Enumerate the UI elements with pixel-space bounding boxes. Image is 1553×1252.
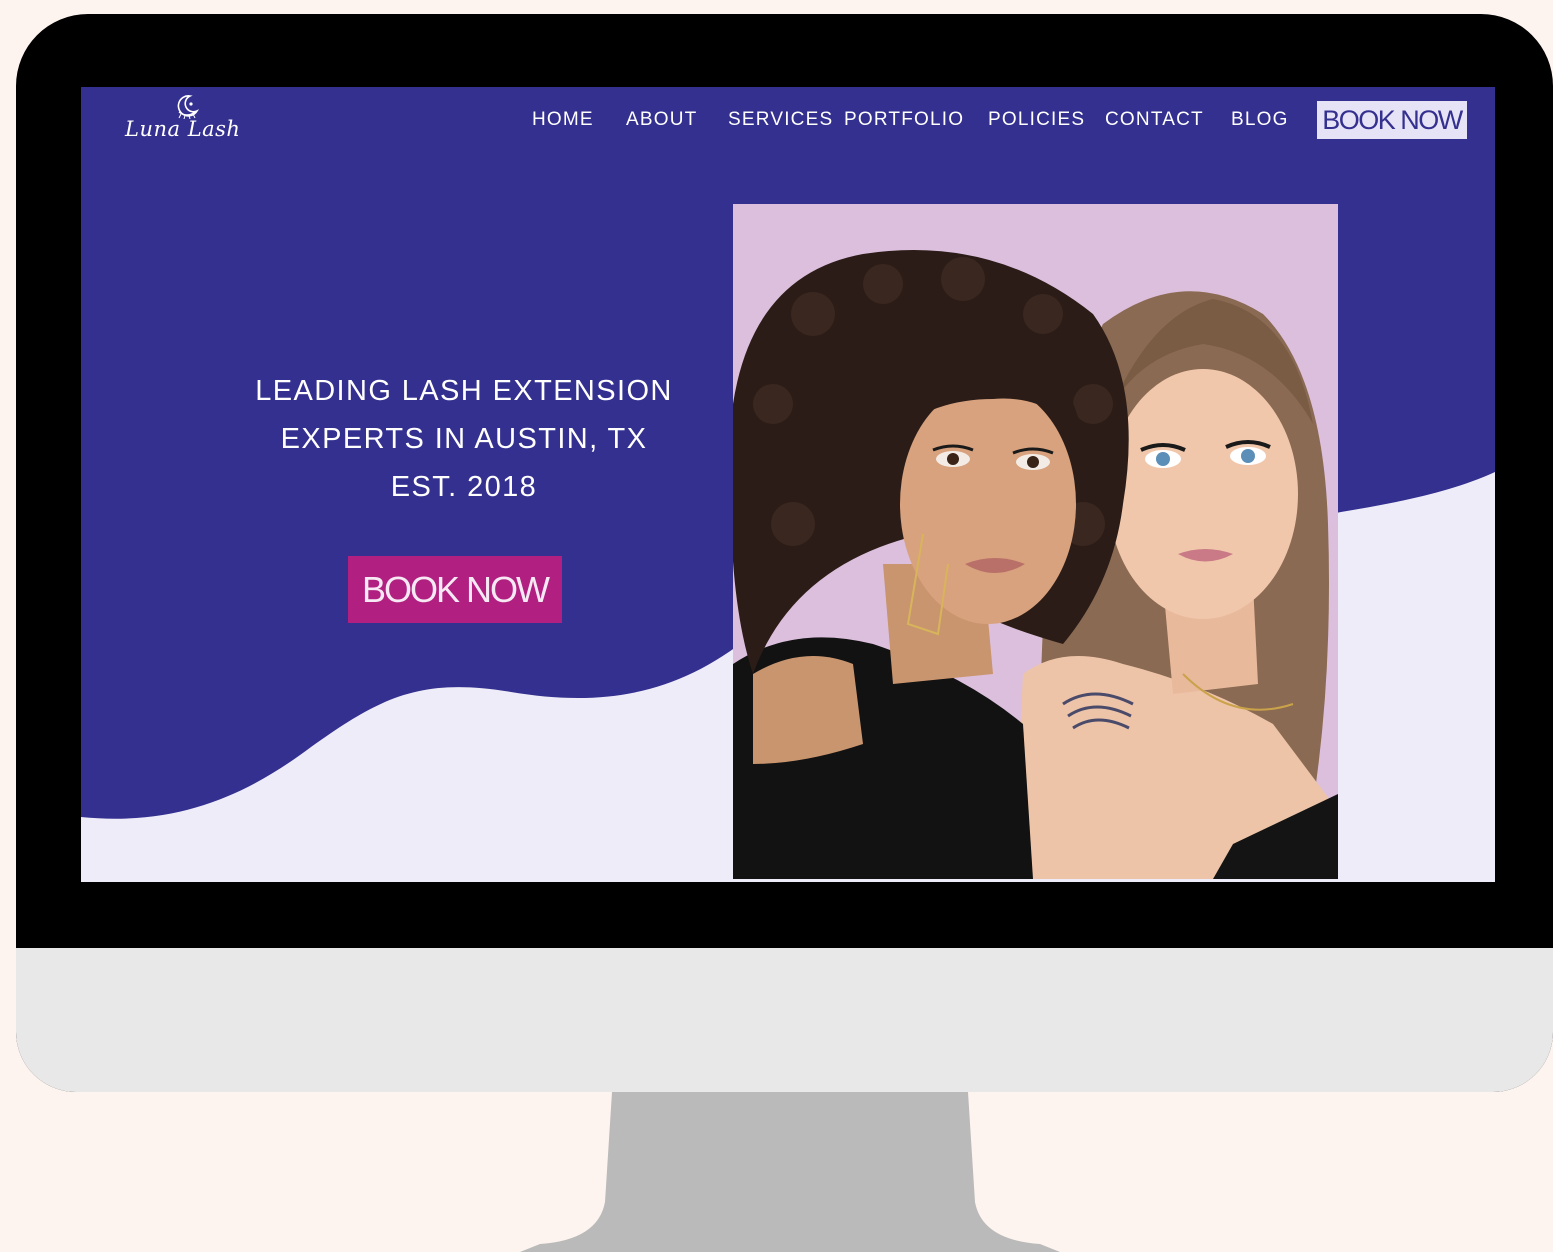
hero-headline-line-1: LEADING LASH EXTENSION — [255, 375, 673, 407]
page-canvas: Luna Lash HOME ABOUT SERVICES PORTFOLIO … — [0, 0, 1553, 1252]
nav-item-about[interactable]: ABOUT — [626, 109, 697, 131]
monitor-stand — [520, 1092, 1060, 1252]
book-now-nav-button[interactable]: BOOK NOW — [1317, 101, 1467, 139]
nav-item-blog[interactable]: BLOG — [1231, 109, 1289, 131]
brand-wordmark: Luna Lash — [125, 117, 241, 141]
hero-headline: LEADING LASH EXTENSION EXPERTS IN AUSTIN… — [211, 367, 717, 511]
nav-item-contact[interactable]: CONTACT — [1105, 109, 1204, 131]
nav-item-home[interactable]: HOME — [532, 109, 594, 131]
moon-lash-icon — [177, 95, 200, 119]
hero-headline-line-3: EST. 2018 — [390, 471, 538, 503]
nav-item-services[interactable]: SERVICES — [728, 109, 833, 131]
portrait-illustration — [733, 204, 1338, 879]
hero-photo — [733, 204, 1338, 879]
brand-logo[interactable]: Luna Lash — [125, 91, 249, 153]
hero-headline-line-2: EXPERTS IN AUSTIN, TX — [280, 423, 648, 455]
monitor-chin — [16, 948, 1553, 1092]
book-now-hero-button[interactable]: BOOK NOW — [348, 556, 562, 623]
nav-item-portfolio[interactable]: PORTFOLIO — [844, 109, 964, 131]
nav-item-policies[interactable]: POLICIES — [988, 109, 1085, 131]
website-screen: Luna Lash HOME ABOUT SERVICES PORTFOLIO … — [81, 87, 1495, 882]
